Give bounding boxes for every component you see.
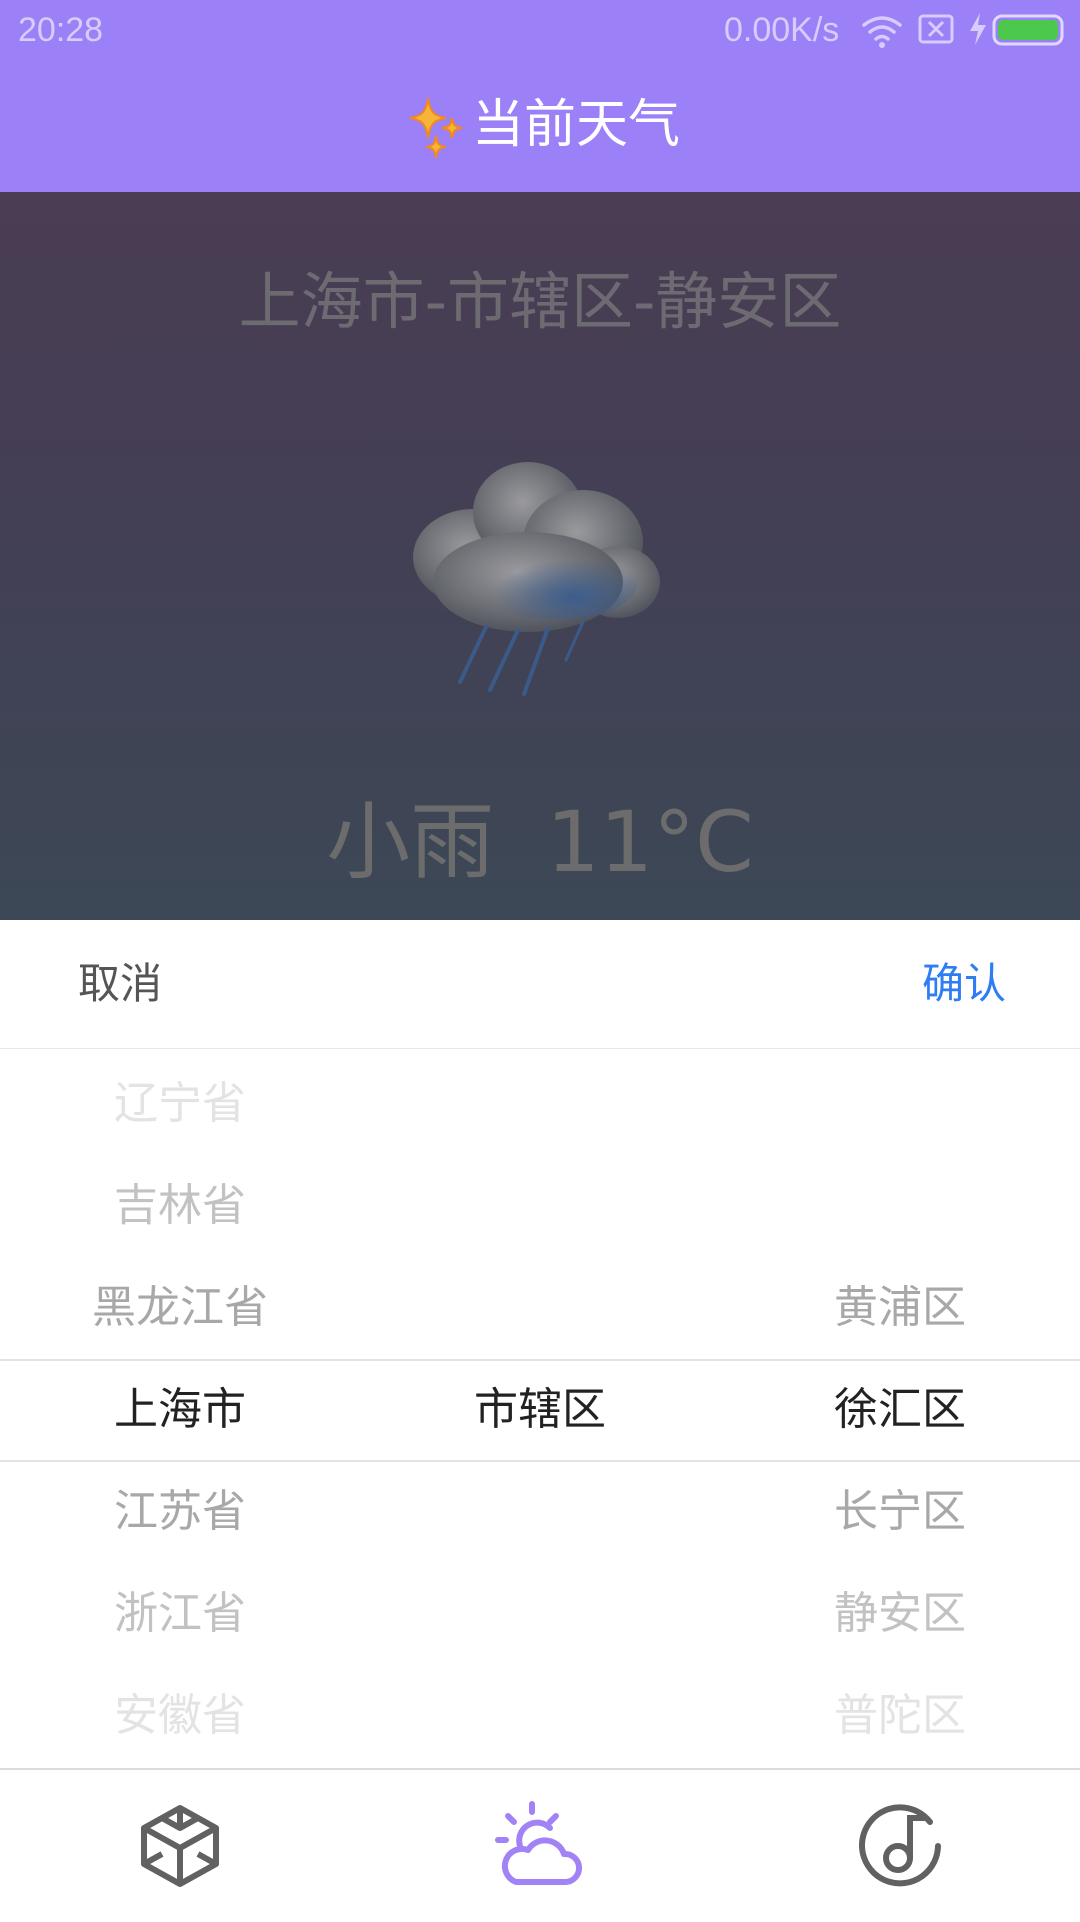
network-speed: 0.00K/s: [724, 11, 840, 49]
province-option[interactable]: 吉林省: [30, 1155, 330, 1257]
sparkle-icon: [409, 97, 463, 159]
weather-location: 上海市-市辖区-静安区: [238, 265, 842, 338]
province-option[interactable]: 江苏省: [30, 1461, 330, 1563]
weather-panel: 上海市-市辖区-静安区 小雨 11°C: [0, 192, 1080, 920]
district-selected[interactable]: 徐汇区: [750, 1359, 1050, 1461]
province-option[interactable]: 浙江省: [30, 1563, 330, 1665]
weather-condition: 小雨: [326, 793, 495, 891]
selection-line-bottom: [0, 1460, 1080, 1462]
status-time: 20:28: [18, 11, 104, 49]
district-option[interactable]: 长宁区: [750, 1461, 1050, 1563]
cube-icon[interactable]: [132, 1798, 228, 1894]
confirm-button[interactable]: 确认: [922, 958, 1006, 1010]
picker-header: 取消 确认: [0, 920, 1080, 1049]
district-option[interactable]: 黄浦区: [750, 1257, 1050, 1359]
charging-icon: [970, 13, 986, 45]
district-option[interactable]: 静安区: [750, 1563, 1050, 1665]
page-title: 当前天气: [472, 95, 681, 155]
weather-icon[interactable]: [492, 1798, 588, 1894]
title-bar: 当前天气: [0, 62, 1080, 192]
wifi-icon: [862, 16, 902, 48]
province-option[interactable]: 安徽省: [30, 1665, 330, 1767]
province-option[interactable]: 辽宁省: [30, 1053, 330, 1155]
battery-icon: [992, 14, 1064, 46]
sim-off-icon: [918, 14, 954, 44]
selection-line-top: [0, 1359, 1080, 1361]
music-icon[interactable]: [852, 1798, 948, 1894]
weather-temperature: 11°C: [546, 793, 754, 891]
province-option[interactable]: 黑龙江省: [30, 1257, 330, 1359]
city-selected[interactable]: 市辖区: [390, 1359, 690, 1461]
cancel-button[interactable]: 取消: [78, 958, 162, 1010]
district-option[interactable]: 普陀区: [750, 1665, 1050, 1767]
status-bar: 20:28 0.00K/s: [0, 0, 1080, 62]
rain-cloud-icon: [413, 462, 660, 696]
region-picker: 取消 确认 辽宁省 吉林省 黑龙江省 上海市 江苏省 浙江省 安徽省 市辖区 黄…: [0, 920, 1080, 1768]
bottom-nav: [0, 1768, 1080, 1922]
province-selected[interactable]: 上海市: [30, 1359, 330, 1461]
weather-summary: 小雨 11°C: [0, 792, 1080, 892]
